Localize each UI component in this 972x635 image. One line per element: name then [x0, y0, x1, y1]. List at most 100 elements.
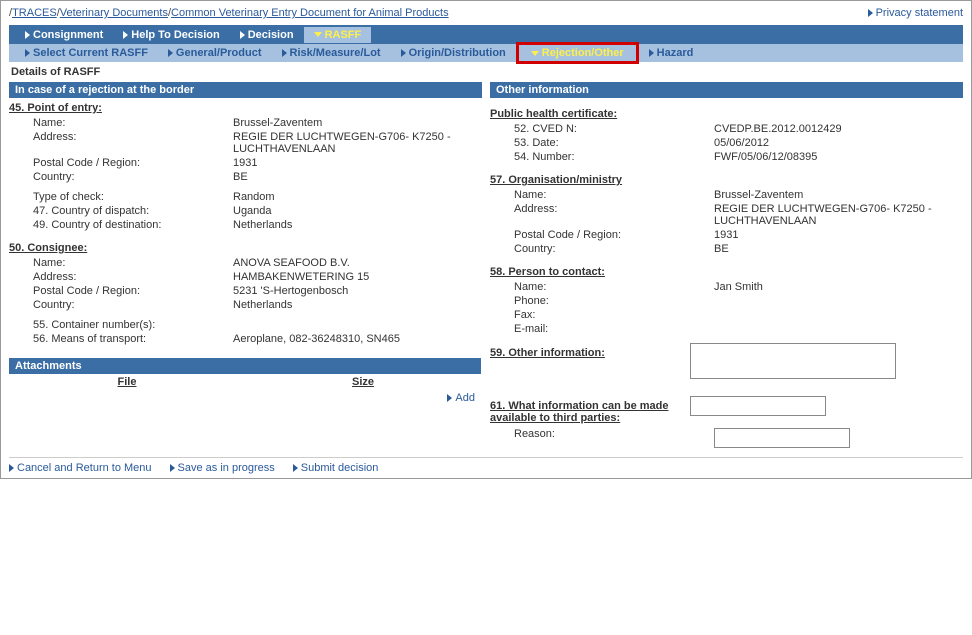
label-o-country: Country: [490, 243, 714, 255]
label-check: Type of check: [9, 191, 233, 203]
arrow-icon [447, 394, 452, 402]
label-c-country: Country: [9, 299, 233, 311]
value-address: REGIE DER LUCHTWEGEN-G706- K7250 - LUCHT… [233, 131, 482, 155]
label-p-phone: Phone: [490, 295, 714, 307]
value-destination: Netherlands [233, 219, 482, 231]
arrow-icon [170, 464, 175, 472]
group-third-parties: 61. What information can be made availab… [490, 396, 690, 426]
subtab-general[interactable]: General/Product [158, 45, 272, 61]
arrow-icon [25, 49, 30, 57]
arrow-icon [25, 31, 30, 39]
value-o-postal: 1931 [714, 229, 963, 241]
value-p-fax [714, 309, 963, 321]
subtab-select[interactable]: Select Current RASFF [15, 45, 158, 61]
value-check: Random [233, 191, 482, 203]
label-dispatch: 47. Country of dispatch: [9, 205, 233, 217]
label-p-name: Name: [490, 281, 714, 293]
value-c-address: HAMBAKENWETERING 15 [233, 271, 482, 283]
value-c-country: Netherlands [233, 299, 482, 311]
label-name: Name: [9, 117, 233, 129]
reason-input[interactable] [714, 428, 850, 448]
arrow-icon [868, 9, 873, 17]
group-person: 58. Person to contact: [490, 262, 963, 280]
highlight-box: Rejection/Other [516, 42, 639, 64]
label-o-address: Address: [490, 203, 714, 227]
label-country: Country: [9, 171, 233, 183]
value-container [233, 319, 482, 331]
arrow-icon [282, 49, 287, 57]
arrow-icon [401, 49, 406, 57]
label-means: 56. Means of transport: [9, 333, 233, 345]
value-country: BE [233, 171, 482, 183]
third-parties-input[interactable] [690, 396, 826, 416]
arrow-icon [649, 49, 654, 57]
col-size[interactable]: Size [245, 374, 481, 390]
tab-decision[interactable]: Decision [230, 27, 304, 43]
arrow-icon [168, 49, 173, 57]
value-postal: 1931 [233, 157, 482, 169]
group-other-info: 59. Other information: [490, 343, 690, 382]
chevron-down-icon [531, 51, 539, 56]
label-destination: 49. Country of destination: [9, 219, 233, 231]
other-info-input[interactable] [690, 343, 896, 379]
value-p-name: Jan Smith [714, 281, 963, 293]
label-c-name: Name: [9, 257, 233, 269]
value-number: FWF/05/06/12/08395 [714, 151, 963, 163]
value-c-name: ANOVA SEAFOOD B.V. [233, 257, 482, 269]
group-certificate: Public health certificate: [490, 104, 963, 122]
label-postal: Postal Code / Region: [9, 157, 233, 169]
group-consignee: 50. Consignee: [9, 238, 482, 256]
value-date: 05/06/2012 [714, 137, 963, 149]
label-cved: 52. CVED N: [490, 123, 714, 135]
crumb-mid[interactable]: Veterinary Documents [60, 7, 168, 19]
arrow-icon [293, 464, 298, 472]
section-title: Details of RASFF [9, 62, 963, 82]
label-number: 54. Number: [490, 151, 714, 163]
submit-link[interactable]: Submit decision [293, 462, 379, 474]
value-name: Brussel-Zaventem [233, 117, 482, 129]
arrow-icon [123, 31, 128, 39]
value-cved: CVEDP.BE.2012.0012429 [714, 123, 963, 135]
tab-rasff[interactable]: RASFF [304, 27, 372, 43]
tab-help[interactable]: Help To Decision [113, 27, 229, 43]
crumb-leaf[interactable]: Common Veterinary Entry Document for Ani… [171, 7, 449, 19]
value-o-address: REGIE DER LUCHTWEGEN-G706- K7250 - LUCHT… [714, 203, 963, 227]
subtab-origin[interactable]: Origin/Distribution [391, 45, 516, 61]
arrow-icon [9, 464, 14, 472]
subtab-hazard[interactable]: Hazard [639, 45, 704, 61]
value-c-postal: 5231 'S-Hertogenbosch [233, 285, 482, 297]
group-organisation: 57. Organisation/ministry [490, 170, 963, 188]
label-o-postal: Postal Code / Region: [490, 229, 714, 241]
cancel-link[interactable]: Cancel and Return to Menu [9, 462, 152, 474]
label-o-name: Name: [490, 189, 714, 201]
label-c-address: Address: [9, 271, 233, 283]
panel-header-other: Other information [490, 82, 963, 98]
subtab-rejection[interactable]: Rejection/Other [521, 45, 634, 61]
value-p-email [714, 323, 963, 335]
value-means: Aeroplane, 082-36248310, SN465 [233, 333, 482, 345]
value-p-phone [714, 295, 963, 307]
value-o-name: Brussel-Zaventem [714, 189, 963, 201]
subtab-risk[interactable]: Risk/Measure/Lot [272, 45, 391, 61]
label-container: 55. Container number(s): [9, 319, 233, 331]
panel-header-attachments: Attachments [9, 358, 481, 374]
label-reason: Reason: [490, 428, 714, 448]
col-file[interactable]: File [9, 374, 245, 390]
value-o-country: BE [714, 243, 963, 255]
save-link[interactable]: Save as in progress [170, 462, 275, 474]
label-p-email: E-mail: [490, 323, 714, 335]
group-point-of-entry: 45. Point of entry: [9, 98, 482, 116]
privacy-link[interactable]: Privacy statement [868, 7, 963, 19]
arrow-icon [240, 31, 245, 39]
chevron-down-icon [314, 32, 322, 37]
crumb-root[interactable]: TRACES [12, 7, 57, 19]
label-date: 53. Date: [490, 137, 714, 149]
label-c-postal: Postal Code / Region: [9, 285, 233, 297]
panel-header-rejection: In case of a rejection at the border [9, 82, 482, 98]
label-p-fax: Fax: [490, 309, 714, 321]
add-attachment-link[interactable]: Add [447, 392, 475, 404]
value-dispatch: Uganda [233, 205, 482, 217]
label-address: Address: [9, 131, 233, 155]
tab-consignment[interactable]: Consignment [15, 27, 113, 43]
breadcrumb: /TRACES/Veterinary Documents/Common Vete… [9, 7, 449, 19]
